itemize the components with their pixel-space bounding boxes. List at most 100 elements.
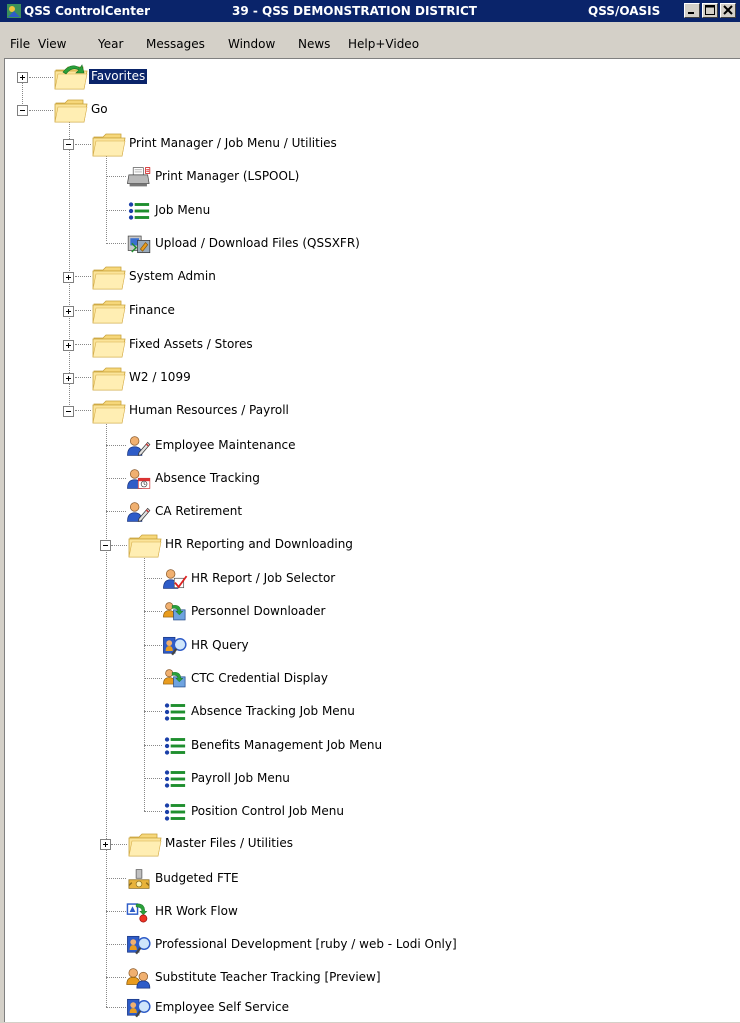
tree-node-hr-report-job-selector[interactable]: HR Report / Job Selector [5, 564, 405, 594]
folder-icon [91, 363, 127, 393]
tree-label-job-menu[interactable]: Job Menu [153, 203, 212, 218]
folder-open-icon [127, 530, 163, 560]
expand-toggle[interactable] [63, 306, 74, 317]
tree-label-position-job-menu[interactable]: Position Control Job Menu [189, 804, 346, 819]
minimize-button[interactable] [684, 3, 700, 18]
tree-node-substitute-teacher[interactable]: Substitute Teacher Tracking [Preview] [5, 963, 505, 993]
tree-node-ctc-credential[interactable]: CTC Credential Display [5, 664, 405, 694]
menu-window[interactable]: Window [228, 37, 275, 51]
tree-label-absence-tracking[interactable]: Absence Tracking [153, 471, 262, 486]
tree-node-payroll-job-menu[interactable]: Payroll Job Menu [5, 764, 405, 794]
tree-node-ca-retirement[interactable]: CA Retirement [5, 497, 405, 527]
tree-node-print-group[interactable]: Print Manager / Job Menu / Utilities [5, 129, 405, 159]
menu-bar: File View Year Messages Window News Help… [0, 22, 740, 58]
minimize-icon [688, 12, 694, 14]
tree-node-job-menu[interactable]: Job Menu [5, 196, 405, 226]
folder-open-icon [91, 129, 127, 159]
person-check-icon [162, 566, 188, 592]
expand-toggle[interactable] [100, 839, 111, 850]
tree-label-hr-reporting[interactable]: HR Reporting and Downloading [163, 537, 355, 552]
tree-label-go[interactable]: Go [89, 102, 110, 117]
tree-node-hr-payroll[interactable]: Human Resources / Payroll [5, 396, 405, 426]
tree-node-hr-query[interactable]: HR Query [5, 631, 405, 661]
tree-node-personnel-downloader[interactable]: Personnel Downloader [5, 597, 405, 627]
folder-icon [91, 330, 127, 360]
tree-label-benefits-job-menu[interactable]: Benefits Management Job Menu [189, 738, 384, 753]
menu-view[interactable]: View [38, 37, 66, 51]
tree-node-budgeted-fte[interactable]: Budgeted FTE [5, 864, 405, 894]
job-list-icon [162, 699, 188, 725]
tree-node-system-admin[interactable]: System Admin [5, 262, 405, 292]
tree-node-w2-1099[interactable]: W2 / 1099 [5, 363, 405, 393]
tree-label-w2-1099[interactable]: W2 / 1099 [127, 370, 193, 385]
tree-node-employee-self-service[interactable]: Employee Self Service [5, 993, 405, 1023]
maximize-button[interactable] [702, 3, 718, 18]
close-button[interactable] [720, 3, 736, 18]
tree-label-fixed-assets[interactable]: Fixed Assets / Stores [127, 337, 255, 352]
tree-node-print-manager[interactable]: Print Manager (LSPOOL) [5, 162, 405, 192]
system-title: QSS/OASIS [588, 4, 661, 18]
tree-node-employee-maintenance[interactable]: Employee Maintenance [5, 431, 405, 461]
tree-label-hr-work-flow[interactable]: HR Work Flow [153, 904, 240, 919]
collapse-toggle[interactable] [63, 406, 74, 417]
tree-label-employee-maintenance[interactable]: Employee Maintenance [153, 438, 298, 453]
file-transfer-icon [126, 231, 152, 257]
close-icon [723, 5, 733, 15]
tree-label-absence-job-menu[interactable]: Absence Tracking Job Menu [189, 704, 357, 719]
tree-node-master-files[interactable]: Master Files / Utilities [5, 829, 405, 859]
tree-label-personnel-downloader[interactable]: Personnel Downloader [189, 604, 327, 619]
tree-label-hr-report-job-selector[interactable]: HR Report / Job Selector [189, 571, 337, 586]
navigation-tree: Favorites Go Print Manager / Job Menu / … [4, 58, 740, 1022]
collapse-toggle[interactable] [100, 540, 111, 551]
printer-icon [126, 164, 152, 190]
person-download-icon [162, 599, 188, 625]
tree-node-professional-dev[interactable]: Professional Development [ruby / web - L… [5, 930, 605, 960]
app-title: QSS ControlCenter [24, 4, 151, 18]
folder-open-icon [53, 95, 89, 125]
expand-toggle[interactable] [63, 340, 74, 351]
tree-label-hr-query[interactable]: HR Query [189, 638, 251, 653]
tree-node-hr-reporting[interactable]: HR Reporting and Downloading [5, 530, 405, 560]
tree-label-print-manager[interactable]: Print Manager (LSPOOL) [153, 169, 301, 184]
tree-label-system-admin[interactable]: System Admin [127, 269, 218, 284]
tree-label-ca-retirement[interactable]: CA Retirement [153, 504, 244, 519]
tree-label-payroll-job-menu[interactable]: Payroll Job Menu [189, 771, 292, 786]
tree-label-ctc-credential[interactable]: CTC Credential Display [189, 671, 330, 686]
tree-node-hr-work-flow[interactable]: HR Work Flow [5, 897, 405, 927]
tree-label-professional-dev[interactable]: Professional Development [ruby / web - L… [153, 937, 459, 952]
tree-node-absence-job-menu[interactable]: Absence Tracking Job Menu [5, 697, 405, 727]
menu-messages[interactable]: Messages [146, 37, 205, 51]
menu-help-video[interactable]: Help+Video [348, 37, 419, 51]
expand-toggle[interactable] [17, 72, 28, 83]
tree-label-budgeted-fte[interactable]: Budgeted FTE [153, 871, 241, 886]
menu-year[interactable]: Year [98, 37, 123, 51]
menu-file[interactable]: File [10, 37, 30, 51]
budget-gear-icon [126, 866, 152, 892]
job-list-icon [162, 733, 188, 759]
tree-label-hr-payroll[interactable]: Human Resources / Payroll [127, 403, 291, 418]
collapse-toggle[interactable] [17, 105, 28, 116]
tree-label-upload-download[interactable]: Upload / Download Files (QSSXFR) [153, 236, 362, 251]
tree-node-upload-download[interactable]: Upload / Download Files (QSSXFR) [5, 229, 405, 259]
tree-label-employee-self-service[interactable]: Employee Self Service [153, 1000, 291, 1015]
person-pencil-icon [126, 499, 152, 525]
tree-label-master-files[interactable]: Master Files / Utilities [163, 836, 295, 851]
tree-label-print-group[interactable]: Print Manager / Job Menu / Utilities [127, 136, 339, 151]
tree-node-absence-tracking[interactable]: Absence Tracking [5, 464, 405, 494]
collapse-toggle[interactable] [63, 139, 74, 150]
tree-label-finance[interactable]: Finance [127, 303, 177, 318]
tree-node-favorites[interactable]: Favorites [5, 62, 205, 92]
person-calendar-icon [126, 466, 152, 492]
tree-node-finance[interactable]: Finance [5, 296, 405, 326]
menu-news[interactable]: News [298, 37, 330, 51]
person-pencil-icon [126, 433, 152, 459]
tree-node-position-job-menu[interactable]: Position Control Job Menu [5, 797, 405, 827]
tree-label-substitute-teacher[interactable]: Substitute Teacher Tracking [Preview] [153, 970, 383, 985]
tree-label-favorites[interactable]: Favorites [89, 69, 148, 84]
person-download-icon [162, 666, 188, 692]
tree-node-go[interactable]: Go [5, 95, 205, 125]
tree-node-benefits-job-menu[interactable]: Benefits Management Job Menu [5, 731, 405, 761]
expand-toggle[interactable] [63, 373, 74, 384]
tree-node-fixed-assets[interactable]: Fixed Assets / Stores [5, 330, 405, 360]
expand-toggle[interactable] [63, 272, 74, 283]
